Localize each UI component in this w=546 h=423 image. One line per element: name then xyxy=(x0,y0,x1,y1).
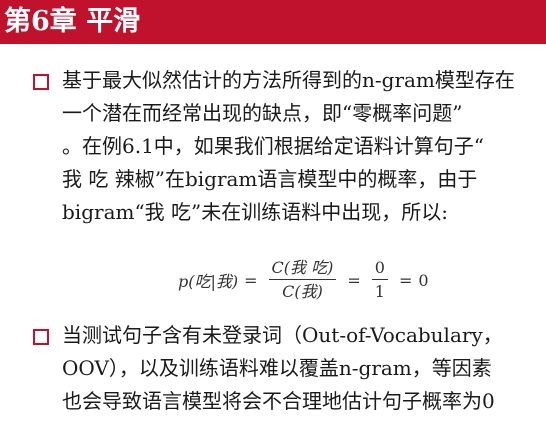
paragraph-line: 一个潜在而经常出现的缺点，即“零概率问题” xyxy=(62,101,463,125)
formula-equals: = xyxy=(398,270,413,290)
paragraph-line: 基于最大似然估计的方法所得到的n-gram模型存在 xyxy=(62,68,515,92)
fraction-denominator: 1 xyxy=(374,282,385,301)
bullet-paragraph-2: 当测试句子含有未登录词（Out-of-Vocabulary， OOV），以及训练… xyxy=(62,319,546,418)
paragraph-line: bigram“我 吃”未在训练语料中出现，所以: xyxy=(62,200,448,224)
formula-fraction-counts: C(我 吃) C(我) xyxy=(268,258,337,302)
formula-result: 0 xyxy=(418,270,429,290)
paragraph-line: 我 吃 辣椒”在bigram语言模型中的概率，由于 xyxy=(62,167,478,191)
probability-formula: p(吃|我) = C(我 吃) C(我) = 0 1 = 0 xyxy=(178,255,429,305)
formula-fraction-values: 0 1 xyxy=(371,258,388,302)
formula-lhs: p(吃|我) xyxy=(178,272,239,291)
fraction-numerator: 0 xyxy=(371,258,388,280)
fraction-numerator: C(我 吃) xyxy=(268,258,337,280)
hollow-square-bullet-icon xyxy=(33,329,49,345)
paragraph-line: 当测试句子含有未登录词（Out-of-Vocabulary， xyxy=(62,323,503,347)
paragraph-line: OOV），以及训练语料难以覆盖n-gram，等因素 xyxy=(62,356,492,380)
paragraph-line: 。在例6.1中，如果我们根据给定语料计算句子“ xyxy=(62,134,485,158)
formula-equals: = xyxy=(347,270,361,290)
hollow-square-bullet-icon xyxy=(33,74,49,90)
fraction-denominator: C(我) xyxy=(282,282,323,301)
bullet-paragraph-1: 基于最大似然估计的方法所得到的n-gram模型存在 一个潜在而经常出现的缺点，即… xyxy=(62,64,546,229)
paragraph-line: 也会导致语言模型将会不合理地估计句子概率为0 xyxy=(62,389,495,413)
formula-equals: = xyxy=(244,270,258,290)
slide-title: 第6章 平滑 xyxy=(4,6,141,37)
title-bar: 第6章 平滑 xyxy=(0,0,546,44)
